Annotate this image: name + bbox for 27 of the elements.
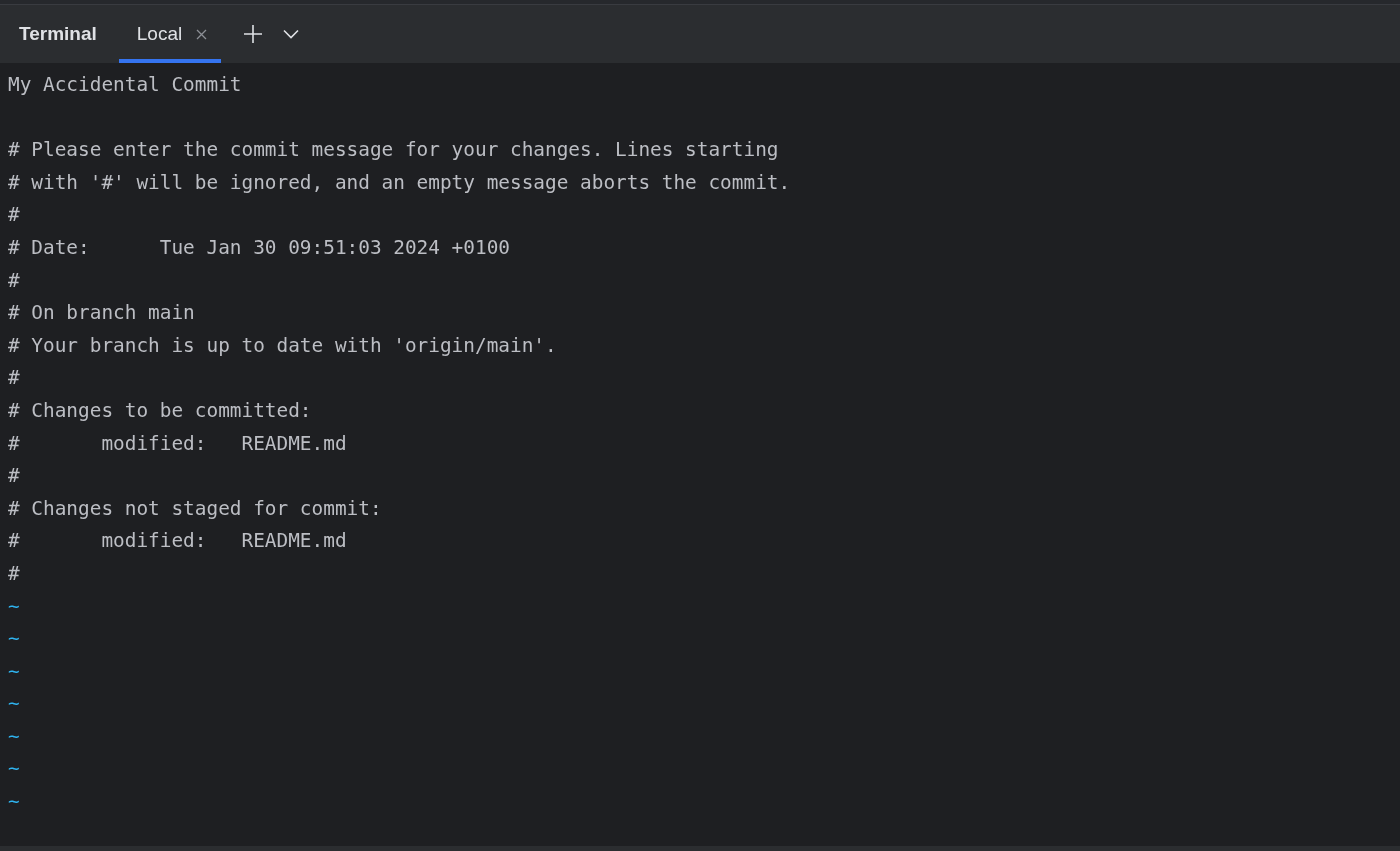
plus-icon[interactable]: [243, 24, 264, 44]
empty-line-marker: ~: [8, 757, 20, 781]
empty-line-marker: ~: [8, 594, 20, 618]
terminal-line: # Please enter the commit message for your changes. Lines starting: [8, 138, 779, 162]
terminal-line: #: [8, 464, 20, 488]
terminal-tab[interactable]: Local: [118, 5, 222, 63]
terminal-line: My Accidental Commit: [8, 73, 242, 96]
terminal-line: # Your branch is up to date with 'origin/main'.: [8, 333, 557, 357]
terminal-line: # On branch main: [8, 301, 195, 325]
empty-line-marker: ~: [8, 790, 20, 814]
terminal-line: # Changes to be committed:: [8, 398, 312, 422]
terminal-line: #: [8, 203, 20, 227]
terminal-line: # Date: Tue Jan 30 09:51:03 2024 +0100: [8, 235, 510, 259]
terminal-line: #: [8, 561, 20, 585]
terminal-line: #: [8, 366, 20, 390]
empty-line-marker: ~: [8, 659, 20, 683]
terminal-line: # with '#' will be ignored, and an empty message aborts the commit.: [8, 170, 791, 194]
empty-line-marker: ~: [8, 692, 20, 716]
terminal-line: # Changes not staged for commit:: [8, 496, 382, 520]
terminal-line: #: [8, 268, 20, 292]
panel-title: Terminal: [19, 23, 97, 45]
empty-line-marker: ~: [8, 724, 20, 748]
chevron-down-icon[interactable]: [283, 29, 300, 39]
terminal-line: # modified: README.md: [8, 529, 347, 553]
empty-line-marker: ~: [8, 627, 20, 651]
terminal-line: # modified: README.md: [8, 431, 347, 455]
close-icon[interactable]: [196, 28, 208, 40]
